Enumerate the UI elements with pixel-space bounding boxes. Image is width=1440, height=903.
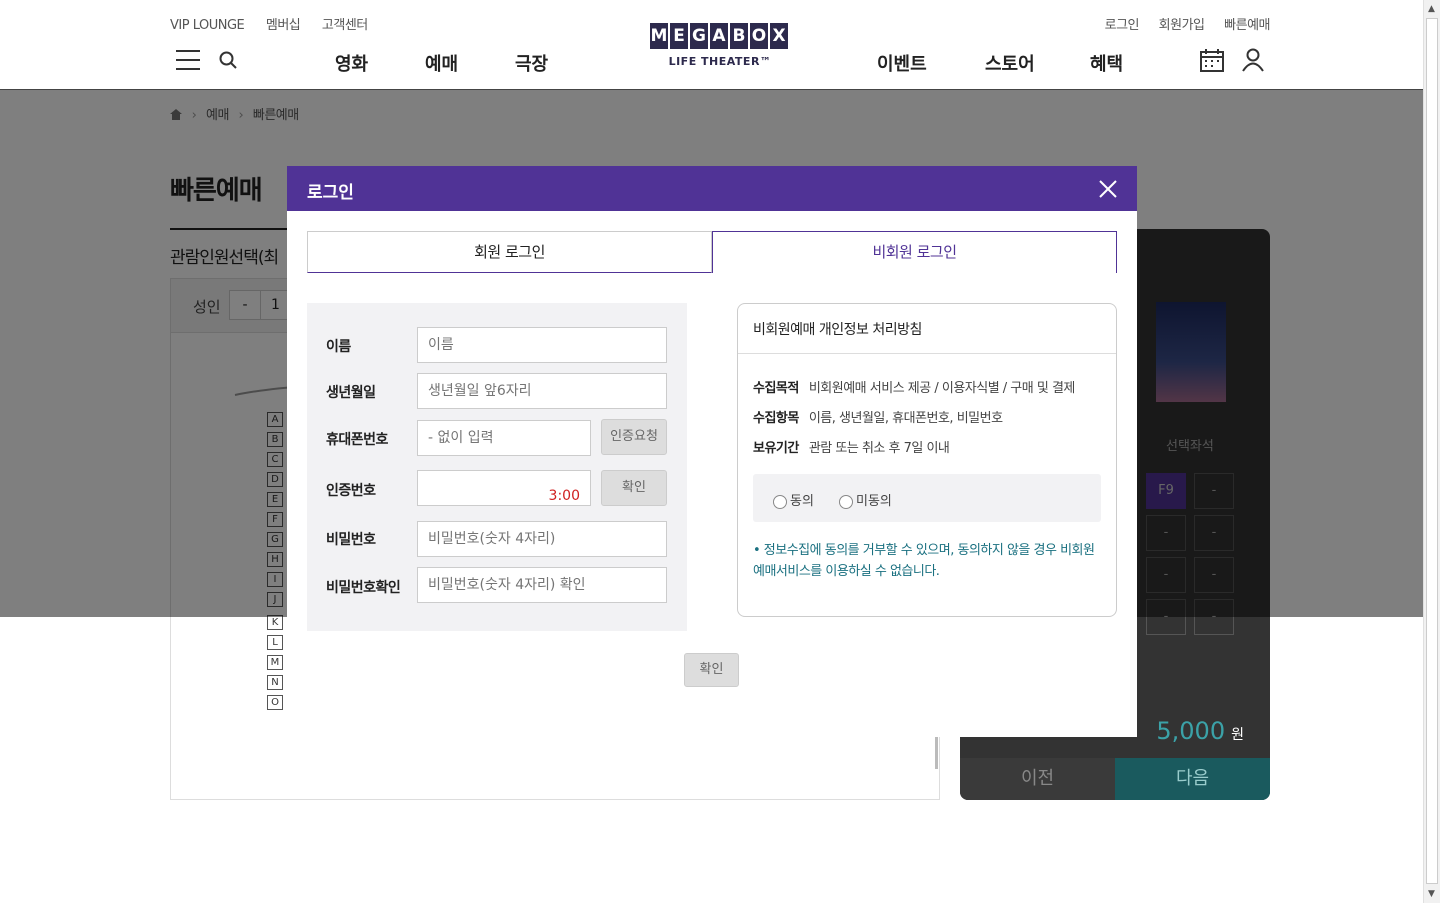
scroll-up-icon[interactable]: ▲ [1428,4,1435,14]
agreement-box: 동의 미동의 [753,474,1101,522]
quick-booking-link[interactable]: 빠른예매 [1224,18,1270,33]
modal-title: 로그인 [307,183,354,203]
code-input[interactable]: 3:00 [417,470,591,506]
header-right-icons [1200,48,1270,72]
price-unit: 원 [1231,727,1244,743]
nav-movie[interactable]: 영화 [335,50,368,76]
code-label: 인증번호 [326,483,376,499]
logo-letter: B [730,23,748,49]
next-button[interactable]: 다음 [1115,758,1270,800]
code-timer: 3:00 [548,488,580,504]
login-link[interactable]: 로그인 [1105,18,1140,33]
price-value: 5,000 [1156,717,1226,745]
code-confirm-button[interactable]: 확인 [601,470,667,506]
user-icon[interactable] [1242,48,1264,72]
name-label: 이름 [326,339,351,355]
login-modal: 로그인 회원 로그인 비회원 로그인 이름 생년월일 휴대폰번호 인증요청 인증… [287,166,1137,737]
top-utility-right: 로그인 회원가입 빠른예매 [1089,14,1271,33]
verify-request-button[interactable]: 인증요청 [601,419,667,455]
policy-key: 수집항목 [753,411,799,426]
row-label: O [267,695,283,710]
password-confirm-input[interactable] [417,567,667,603]
policy-value: 비회원예매 서비스 제공 / 이용자식별 / 구매 및 결제 [808,381,1076,396]
logo-letter: A [710,23,728,49]
birth-input[interactable] [417,373,667,409]
logo-letter: O [750,23,768,49]
policy-row: 수집목적 비회원예매 서비스 제공 / 이용자식별 / 구매 및 결제 [753,377,1075,396]
password-input[interactable] [417,521,667,557]
nav-event[interactable]: 이벤트 [877,50,927,76]
nav-booking[interactable]: 예매 [425,50,458,76]
scroll-down-icon[interactable]: ▼ [1428,889,1435,899]
policy-notice: • 정보수집에 동의를 거부할 수 있으며, 동의하지 않을 경우 비회원 예매… [753,543,1095,579]
tab-guest-login[interactable]: 비회원 로그인 [712,231,1117,273]
logo-letter: M [650,23,668,49]
logo-subtitle: LIFE THEATER™ [668,55,772,68]
birth-label: 생년월일 [326,385,376,401]
page-scrollbar[interactable]: ▲ ▼ [1423,0,1440,903]
nav-theater[interactable]: 극장 [515,50,548,76]
phone-label: 휴대폰번호 [326,432,388,448]
row-label: K [267,615,283,630]
calendar-icon[interactable] [1200,48,1224,72]
prev-button[interactable]: 이전 [960,758,1115,800]
disagree-label: 미동의 [856,494,892,509]
policy-title: 비회원예매 개인정보 처리방침 [738,304,1116,354]
signup-link[interactable]: 회원가입 [1159,18,1205,33]
logo-letter: X [770,23,788,49]
nav-store[interactable]: 스토어 [985,50,1035,76]
policy-key: 보유기간 [753,441,799,456]
name-input[interactable] [417,327,667,363]
search-icon[interactable] [219,51,237,69]
password-label: 비밀번호 [326,532,376,548]
policy-key: 수집목적 [753,381,799,396]
policy-value: 관람 또는 취소 후 7일 이내 [808,441,950,456]
logo-letter: G [690,23,708,49]
modal-header: 로그인 [287,166,1137,211]
radio-circle-icon[interactable] [773,494,787,509]
agree-label: 동의 [790,494,814,509]
close-icon[interactable] [1097,178,1119,200]
vip-lounge-link[interactable]: VIP LOUNGE [170,18,245,33]
password-confirm-label: 비밀번호확인 [326,580,401,596]
guest-login-form: 이름 생년월일 휴대폰번호 인증요청 인증번호 3:00 확인 비밀번호 비밀번… [307,303,687,631]
row-label: M [267,655,283,670]
customer-center-link[interactable]: 고객센터 [322,18,368,33]
confirm-button[interactable]: 확인 [684,653,739,687]
row-label: L [267,635,283,650]
scroll-thumb[interactable] [1426,18,1438,884]
membership-link[interactable]: 멤버십 [266,18,301,33]
nav-benefit[interactable]: 혜택 [1090,50,1123,76]
phone-input[interactable] [417,420,591,456]
agree-radio[interactable]: 동의 [773,490,814,509]
policy-row: 수집항목 이름, 생년월일, 휴대폰번호, 비밀번호 [753,407,1003,426]
policy-value: 이름, 생년월일, 휴대폰번호, 비밀번호 [808,411,1003,426]
logo-letter: E [670,23,688,49]
disagree-radio[interactable]: 미동의 [839,490,892,509]
total-price: 5,000 원 [1156,717,1244,745]
privacy-policy-box: 비회원예매 개인정보 처리방침 수집목적 비회원예매 서비스 제공 / 이용자식별… [737,303,1117,617]
radio-circle-icon[interactable] [839,494,853,509]
top-utility-left: VIP LOUNGE 멤버십 고객센터 [170,14,386,33]
row-label: N [267,675,283,690]
policy-row: 보유기간 관람 또는 취소 후 7일 이내 [753,437,950,456]
hamburger-menu-icon[interactable] [176,50,200,70]
megabox-logo[interactable]: M E G A B O X LIFE THEATER™ [650,23,790,71]
tab-member-login[interactable]: 회원 로그인 [307,231,712,273]
